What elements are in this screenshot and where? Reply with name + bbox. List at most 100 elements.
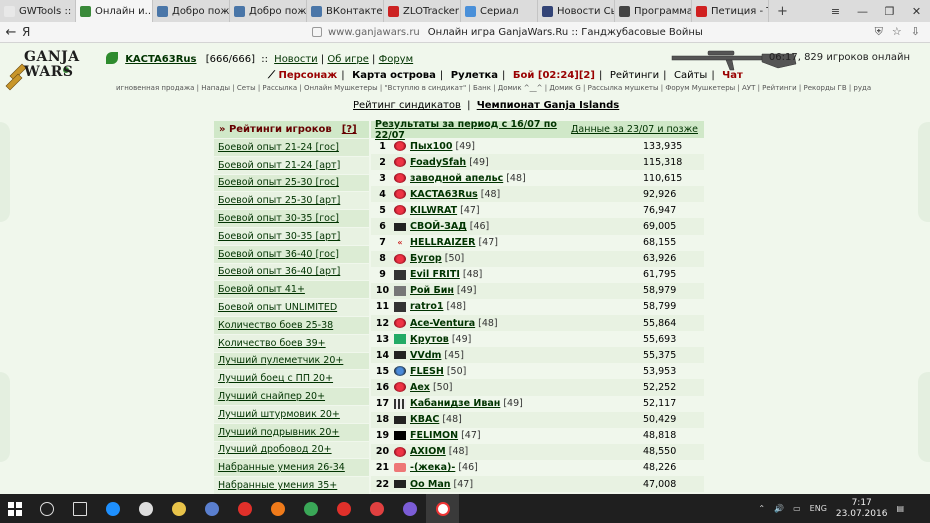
nav-chat[interactable]: Чат bbox=[722, 70, 743, 81]
player-name-link[interactable]: VVdm bbox=[410, 350, 441, 361]
syndicate-icon[interactable] bbox=[394, 351, 406, 360]
player-name-link[interactable]: -(жека)- bbox=[410, 462, 455, 473]
username-link[interactable]: KACTA63Rus bbox=[125, 54, 196, 65]
syndicate-icon[interactable] bbox=[394, 157, 406, 168]
edge-icon[interactable] bbox=[96, 494, 129, 523]
player-name-link[interactable]: Пых100 bbox=[410, 141, 453, 152]
player-name-link[interactable]: Ace-Ventura bbox=[410, 318, 475, 329]
sidebar-rating-link[interactable]: Лучший снайпер 20+ bbox=[214, 387, 369, 405]
sidebar-rating-link[interactable]: Боевой опыт 21-24 [арт] bbox=[214, 155, 369, 174]
browser-tab[interactable]: Петиция - Тр bbox=[692, 0, 769, 22]
syndicate-icon[interactable] bbox=[394, 205, 406, 216]
nav-roulette[interactable]: Рулетка bbox=[451, 70, 498, 81]
url-field[interactable]: www.ganjawars.ru bbox=[328, 27, 420, 38]
sidebar-rating-link[interactable]: Боевой опыт 21-24 [гос] bbox=[214, 138, 369, 156]
opera2-icon[interactable] bbox=[327, 494, 360, 523]
protect-icon[interactable]: ⛨ bbox=[875, 25, 883, 39]
viber-icon[interactable] bbox=[393, 494, 426, 523]
sidebar-rating-link[interactable]: Лучший штурмовик 20+ bbox=[214, 404, 369, 423]
player-name-link[interactable]: СВОЙ-ЗАД bbox=[410, 221, 467, 232]
sidebar-rating-link[interactable]: Боевой опыт UNLIMITED bbox=[214, 298, 369, 316]
nav-sites[interactable]: Сайты bbox=[674, 70, 707, 81]
sidebar-rating-link[interactable]: Набранные умения 35+ bbox=[214, 476, 369, 494]
player-name-link[interactable]: Бугор bbox=[410, 253, 442, 264]
syndicate-icon[interactable] bbox=[394, 334, 406, 345]
sidebar-rating-link[interactable]: Количество боев 25-38 bbox=[214, 315, 369, 334]
sidebar-help-link[interactable]: [?] bbox=[342, 124, 357, 135]
volume-icon[interactable]: 🔊 bbox=[774, 504, 784, 513]
notifications-icon[interactable]: ▤ bbox=[896, 504, 904, 513]
forum-link[interactable]: Форум bbox=[379, 54, 414, 65]
nav-character[interactable]: Персонаж bbox=[278, 70, 337, 81]
yandex-browser-icon[interactable] bbox=[426, 494, 459, 523]
news-link[interactable]: Новости bbox=[274, 54, 317, 65]
site-info-icon[interactable] bbox=[312, 27, 322, 37]
sidebar-rating-link[interactable]: Боевой опыт 41+ bbox=[214, 280, 369, 299]
player-name-link[interactable]: ratro1 bbox=[410, 301, 443, 312]
player-name-link[interactable]: Крутов bbox=[410, 334, 449, 345]
syndicate-icon[interactable] bbox=[394, 446, 406, 457]
syndicate-icon[interactable] bbox=[394, 398, 406, 409]
sidebar-rating-link[interactable]: Боевой опыт 36-40 [арт] bbox=[214, 262, 369, 281]
browser-tab[interactable]: Онлайн и...✕ bbox=[76, 0, 153, 22]
player-name-link[interactable]: KILWRAT bbox=[410, 205, 457, 216]
new-tab-icon[interactable]: + bbox=[769, 4, 796, 19]
results-period[interactable]: Результаты за период с 16/07 по 22/07 bbox=[371, 119, 571, 141]
minimize-icon[interactable]: — bbox=[849, 0, 876, 22]
player-name-link[interactable]: Oo Man bbox=[410, 479, 451, 490]
maximize-icon[interactable]: ❐ bbox=[876, 0, 903, 22]
sidebar-rating-link[interactable]: Боевой опыт 30-35 [гос] bbox=[214, 209, 369, 227]
browser-tab[interactable]: Добро пожа bbox=[230, 0, 307, 22]
player-name-link[interactable]: FELIMON bbox=[410, 430, 458, 441]
player-name-link[interactable]: Кабанидзе Иван bbox=[410, 398, 500, 409]
player-name-link[interactable]: FLESH bbox=[410, 366, 444, 377]
sidebar-rating-link[interactable]: Боевой опыт 25-30 [арт] bbox=[214, 191, 369, 210]
syndicate-rating-link[interactable]: Рейтинг синдикатов bbox=[353, 100, 461, 111]
about-link[interactable]: Об игре bbox=[327, 54, 368, 65]
browser-tab[interactable]: Добро пож bbox=[153, 0, 230, 22]
back-arrow-icon[interactable]: ← bbox=[0, 25, 22, 40]
network-icon[interactable]: ▭ bbox=[793, 504, 801, 513]
browser-tab[interactable]: Программа bbox=[615, 0, 692, 22]
syndicate-icon[interactable] bbox=[394, 189, 406, 200]
sidebar-rating-link[interactable]: Боевой опыт 30-35 [арт] bbox=[214, 226, 369, 245]
sidebar-rating-link[interactable]: Лучший дробовод 20+ bbox=[214, 440, 369, 459]
player-name-link[interactable]: FoadySfah bbox=[410, 157, 466, 168]
later-data-link[interactable]: Данные за 23/07 и позже bbox=[571, 124, 698, 135]
task-view-icon[interactable] bbox=[63, 494, 96, 523]
player-name-link[interactable]: заводной апельс bbox=[410, 173, 503, 184]
ganjawars-logo[interactable]: GANJA WARS bbox=[4, 46, 80, 92]
sidebar-rating-link[interactable]: Боевой опыт 25-30 [гос] bbox=[214, 173, 369, 192]
sidebar-rating-link[interactable]: Лучший пулеметчик 20+ bbox=[214, 351, 369, 370]
player-name-link[interactable]: КВАС bbox=[410, 414, 439, 425]
player-name-link[interactable]: Aex bbox=[410, 382, 430, 393]
syndicate-icon[interactable] bbox=[394, 253, 406, 264]
player-name-link[interactable]: Рой Бин bbox=[410, 285, 454, 296]
close-window-icon[interactable]: ✕ bbox=[903, 0, 930, 22]
yandex-red-icon[interactable] bbox=[360, 494, 393, 523]
language-indicator[interactable]: ENG bbox=[810, 504, 827, 513]
browser-tab[interactable]: Новости Сы bbox=[538, 0, 615, 22]
syndicate-icon[interactable] bbox=[394, 301, 406, 312]
sidebar-rating-link[interactable]: Боевой опыт 36-40 [гос] bbox=[214, 244, 369, 263]
bookmark-star-icon[interactable]: ☆ bbox=[892, 25, 902, 39]
syndicate-icon[interactable] bbox=[394, 222, 406, 231]
start-button[interactable] bbox=[0, 501, 30, 516]
syndicate-icon[interactable] bbox=[394, 480, 406, 489]
syndicate-icon[interactable] bbox=[394, 366, 406, 377]
nav-battle[interactable]: Бой [02:24][2] bbox=[513, 70, 595, 81]
syndicate-icon[interactable] bbox=[394, 173, 406, 184]
player-name-link[interactable]: Evil FRITI bbox=[410, 269, 460, 280]
sidebar-rating-link[interactable]: Количество боев 39+ bbox=[214, 333, 369, 352]
clock[interactable]: 7:17 23.07.2016 bbox=[836, 498, 888, 520]
syndicate-icon[interactable]: « bbox=[394, 238, 406, 248]
nav-ratings[interactable]: Рейтинги bbox=[610, 70, 659, 81]
syndicate-icon[interactable] bbox=[394, 141, 406, 152]
sidebar-rating-link[interactable]: Набранные умения 26-34 bbox=[214, 458, 369, 477]
app-blue-icon[interactable] bbox=[195, 494, 228, 523]
player-name-link[interactable]: HELLRAIZER bbox=[410, 237, 475, 248]
syndicate-icon[interactable] bbox=[394, 415, 406, 424]
browser-tab[interactable]: Сериал bbox=[461, 0, 538, 22]
browser-tab[interactable]: ВКонтакте д bbox=[307, 0, 384, 22]
firefox-icon[interactable] bbox=[261, 494, 294, 523]
